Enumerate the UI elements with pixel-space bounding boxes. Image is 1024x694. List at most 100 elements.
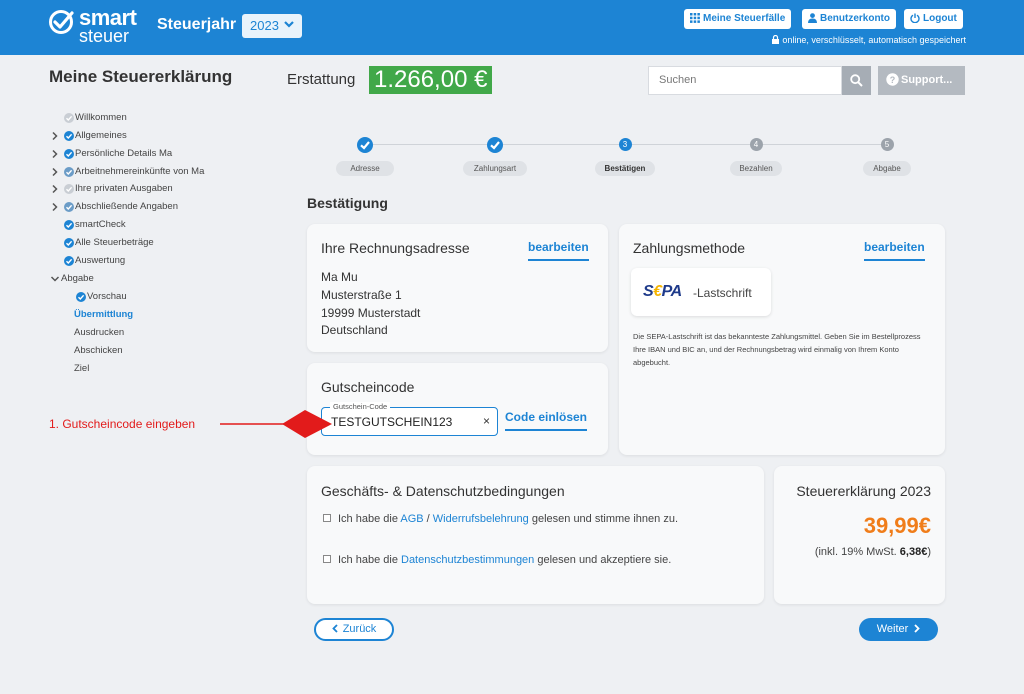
terms-privacy-row: Ich habe die Datenschutzbestimmungen gel… [323,554,671,566]
privacy-link[interactable]: Datenschutzbestimmungen [401,554,534,566]
sidebar-item[interactable]: Abschicken [50,345,270,361]
withdrawal-link[interactable]: Widerrufsbelehrung [433,513,529,525]
clear-voucher-icon[interactable]: × [483,414,490,428]
user-account-button[interactable]: Benutzerkonto [802,9,896,29]
smartsteuer-logo[interactable]: smart steuer [48,5,148,47]
power-icon [910,13,920,24]
sidebar-item[interactable]: Allgemeines [50,130,270,146]
sidebar-item[interactable]: Vorschau [50,291,270,307]
voucher-code-field[interactable]: Gutschein-Code TESTGUTSCHEIN123 × [321,402,498,436]
sidebar-item[interactable]: Alle Steuerbeträge [50,237,270,253]
sidebar-item[interactable]: Auswertung [50,255,270,271]
address-line: Ma Mu [321,270,358,284]
back-button[interactable]: Zurück [314,618,394,641]
search-icon [850,74,863,87]
edit-payment-button[interactable]: bearbeiten [864,240,925,261]
check-blue-icon [64,131,74,141]
sidebar-item-label: Abgabe [61,273,94,284]
check-partial-icon [64,202,74,212]
vat-text-end: ) [927,546,931,558]
step-label: Abgabe [863,161,911,176]
redeem-code-button[interactable]: Code einlösen [505,410,588,431]
sidebar-item-label: Übermittlung [74,309,134,320]
check-partial-icon [64,167,74,177]
sidebar-item-label: Abschicken [74,345,123,356]
terms-agb-row: Ich habe die AGB / Widerrufsbelehrung ge… [323,513,678,525]
address-line: Musterstraße 1 [321,288,402,302]
sidebar-item[interactable]: Ausdrucken [50,327,270,343]
voucher-field-legend: Gutschein-Code [330,402,391,411]
billing-address-title: Ihre Rechnungsadresse [321,240,470,256]
sidebar-item[interactable]: Ziel [50,363,270,379]
chevron-right-icon[interactable] [50,167,60,177]
refund-value: 1.266,00 € [369,66,493,94]
sidebar-item[interactable]: Übermittlung [50,309,270,325]
chevron-right-icon[interactable] [50,149,60,159]
sepa-logo-s: S [643,283,654,300]
agb-checkbox[interactable] [323,514,331,522]
sidebar-item[interactable]: smartCheck [50,219,270,235]
logout-button[interactable]: Logout [904,9,963,29]
sidebar-item[interactable]: Willkommen [50,112,270,128]
sepa-option[interactable]: S€PA -Lastschrift [631,268,771,316]
logout-label: Logout [923,13,957,24]
terms-separator: / [423,513,433,525]
next-button[interactable]: Weiter [859,618,938,641]
chevron-down-icon[interactable] [50,274,60,284]
page-title: Meine Steuererklärung [49,67,233,86]
price-value: 39,99€ [863,513,931,538]
my-tax-cases-button[interactable]: Meine Steuerfälle [684,9,792,29]
sidebar-item[interactable]: Abschließende Angaben [50,201,270,217]
voucher-code-value: TESTGUTSCHEIN123 [331,415,453,429]
check-blue-icon [64,238,74,248]
sidebar-item-label: Vorschau [87,291,127,302]
terms-title: Geschäfts- & Datenschutzbedingungen [321,483,565,499]
support-button[interactable]: ? Support... [878,66,965,95]
refund-label: Erstattung [287,71,356,88]
annotation-arrow-icon [220,410,332,438]
step-label: Zahlungsart [463,161,527,176]
chevron-right-icon[interactable] [50,202,60,212]
sepa-logo-pa: PA [661,283,683,300]
sidebar-item[interactable]: Arbeitnehmereinkünfte von Ma [50,166,270,182]
edit-address-button[interactable]: bearbeiten [528,240,589,261]
sidebar-item-label: Ausdrucken [74,327,125,338]
step-label: Adresse [336,161,394,176]
agb-link[interactable]: AGB [400,513,423,525]
check-grey-icon [64,184,74,194]
sidebar-item[interactable]: Ihre privaten Ausgaben [50,183,270,199]
terms-text: Ich habe die [338,554,401,566]
check-icon [490,141,500,150]
chevron-right-icon[interactable] [50,131,60,141]
check-grey-icon [64,113,74,123]
privacy-checkbox[interactable] [323,555,331,563]
svg-text:?: ? [890,75,896,85]
sidebar-item-label: smartCheck [75,219,126,230]
sidebar-item-label: Alle Steuerbeträge [75,237,154,248]
sepa-logo-euro: € [653,283,662,300]
lock-icon [772,34,780,44]
sidebar-item-label: Ihre privaten Ausgaben [75,183,173,194]
section-title: Bestätigung [307,195,388,211]
chevron-right-icon [914,624,921,633]
payment-method-title: Zahlungsmethode [633,240,746,256]
check-blue-icon [64,256,74,266]
search-input[interactable]: Suchen [648,66,842,95]
user-account-label: Benutzerkonto [820,13,890,24]
sidebar-item-label: Willkommen [75,112,127,123]
sidebar-item[interactable]: Abgabe [50,273,270,289]
terms-text: Ich habe die [338,513,401,525]
tax-year-select[interactable]: 2023 [242,14,302,38]
sidebar-item[interactable]: Persönliche Details Ma [50,148,270,164]
step-indicator: 5 [880,138,894,151]
chevron-right-icon[interactable] [50,184,60,194]
brand-line2: steuer [79,26,130,46]
sepa-suffix: -Lastschrift [693,286,752,300]
terms-text: gelesen und akzeptiere sie. [534,554,672,566]
search-button[interactable] [842,66,871,95]
secure-text: online, verschlüsselt, automatisch gespe… [782,35,966,45]
sidebar-item-label: Arbeitnehmereinkünfte von Ma [75,166,205,177]
my-tax-cases-label: Meine Steuerfälle [703,13,786,24]
billing-address-card: Ihre Rechnungsadresse bearbeiten Ma Mu M… [307,224,608,352]
chevron-down-icon [284,21,294,28]
